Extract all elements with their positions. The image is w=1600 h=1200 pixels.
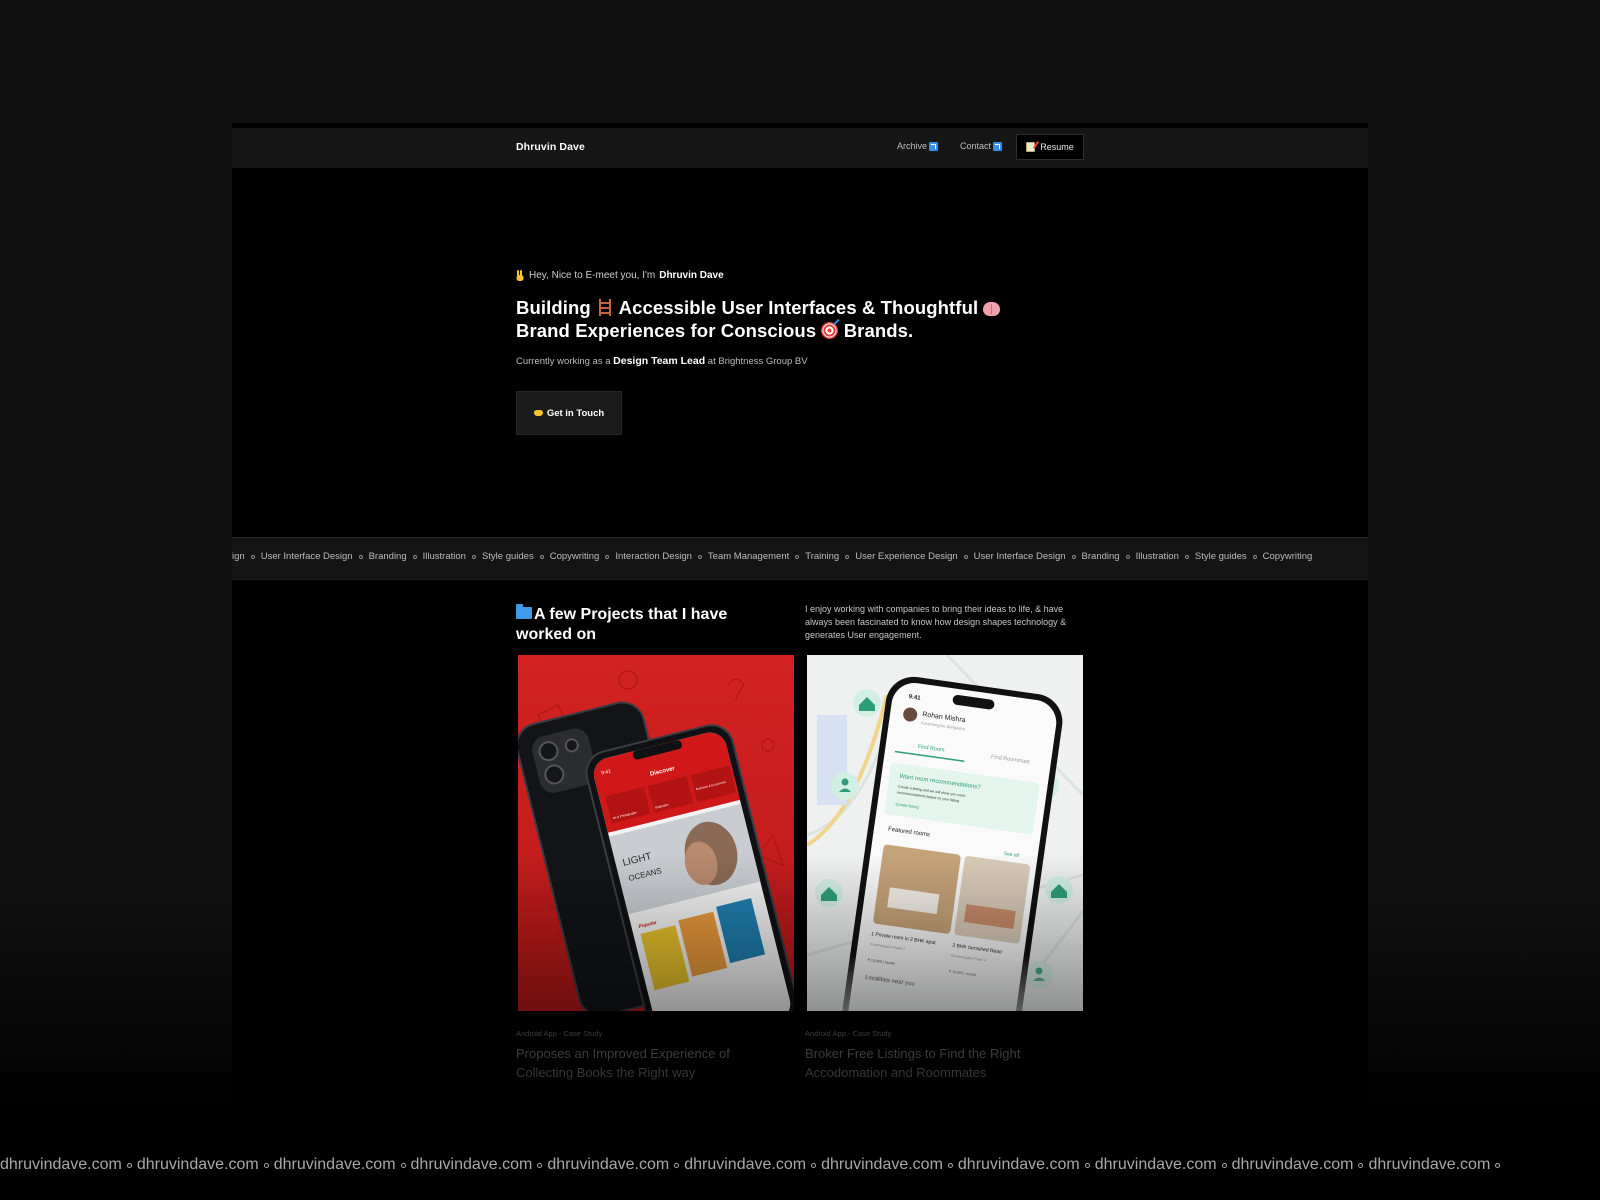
watermark-text: dhruvindave.com (1368, 1156, 1491, 1173)
skills-track: esign User Interface Design Branding Illust… (232, 551, 1312, 562)
external-link-icon (929, 141, 939, 151)
bottom-fade (232, 853, 1368, 1113)
ticker-separator (1184, 554, 1189, 559)
ticker-separator (1071, 554, 1076, 559)
hero-title-part: Brands. (843, 320, 914, 341)
brand-logo[interactable]: Dhruvin Dave (516, 141, 585, 153)
ticker-separator (358, 554, 363, 559)
watermark-text: dhruvindave.com (684, 1156, 807, 1173)
projects-heading: A few Projects that I have worked on (516, 604, 786, 645)
watermark-separator (947, 1162, 953, 1168)
target-icon (821, 322, 839, 339)
skill-item: Branding (1081, 551, 1120, 562)
external-link-icon (993, 141, 1003, 151)
skill-item: Branding (368, 551, 407, 562)
nav-link-label: Archive (897, 141, 928, 151)
top-nav: Dhruvin Dave Archive Contact Resume (232, 128, 1368, 168)
watermark-separator (674, 1162, 680, 1168)
watermark-text: dhruvindave.com (0, 1156, 122, 1173)
watermark-separator (1358, 1162, 1364, 1168)
greeting-name: Dhruvin Dave (659, 270, 724, 281)
books-app-mockup: 9:41 Discover Art & Photography Biograph… (518, 655, 794, 1011)
ticker-separator (250, 554, 255, 559)
watermark-text: dhruvindave.com (1094, 1156, 1217, 1173)
role-prefix: Currently working as a (516, 356, 611, 367)
nav-link-label: Contact (960, 141, 992, 151)
browser-frame: Dhruvin Dave Archive Contact Resume Hey,… (232, 123, 1368, 1113)
watermark-separator (400, 1162, 406, 1168)
skill-item: Team Management (707, 551, 790, 562)
hero-title-part: Accessible User Interfaces & Thoughtful (618, 297, 979, 318)
ticker-separator (1125, 554, 1130, 559)
skill-item: Copywriting (1262, 551, 1313, 562)
watermark-text: dhruvindave.com (136, 1156, 259, 1173)
ticker-separator (605, 554, 610, 559)
projects-description: I enjoy working with companies to bring … (805, 604, 1067, 640)
role-title: Design Team Lead (613, 355, 706, 367)
watermark-text: dhruvindave.com (821, 1156, 943, 1173)
skill-item: User Experience Design (855, 551, 958, 562)
watermark-marquee: dhruvindave.com dhruvindave.com dhruvindav… (0, 1156, 1600, 1174)
ticker-separator (1252, 554, 1257, 559)
watermark-separator (263, 1162, 269, 1168)
project-title[interactable]: Proposes an Improved Experience of Colle… (516, 1044, 786, 1082)
watermark-separator (1495, 1162, 1501, 1168)
victory-hand-icon (516, 270, 524, 281)
watermark-separator (1221, 1162, 1227, 1168)
greeting: Hey, Nice to E-meet you, I'm Dhruvin Dav… (516, 270, 724, 281)
resume-button[interactable]: Resume (1016, 134, 1084, 160)
rooms-app-mockup: 9:41 Rohan Mishra Koramangala, Bangalore… (807, 655, 1083, 1011)
hero-title-part: Brand Experiences for Conscious (516, 320, 817, 341)
folder-icon (516, 604, 532, 619)
ladder-icon (599, 299, 612, 316)
nav-link-archive[interactable]: Archive (897, 141, 939, 151)
skill-item: esign (232, 551, 245, 562)
brain-icon (983, 302, 1001, 316)
skill-item: Interaction Design (615, 551, 692, 562)
ticker-separator (697, 554, 702, 559)
skill-item: User Interface Design (260, 551, 353, 562)
handshake-icon (533, 410, 543, 416)
cta-label: Get in Touch (546, 407, 605, 419)
project-title[interactable]: Broker Free Listings to Find the Right A… (805, 1044, 1075, 1082)
skill-item: User Interface Design (973, 551, 1066, 562)
skill-item: Training (805, 551, 840, 562)
watermark-separator (1084, 1162, 1090, 1168)
ticker-separator (539, 554, 544, 559)
watermark-separator (811, 1162, 817, 1168)
current-role: Currently working as a Design Team Lead … (516, 355, 808, 367)
hero-title: Building Accessible User Interfaces & Th… (516, 296, 1096, 342)
projects-heading-text: A few Projects that I have worked on (516, 606, 728, 643)
project-meta: Android App - Case Study (516, 1029, 603, 1038)
watermark-text: dhruvindave.com (1231, 1156, 1354, 1173)
watermark-text: dhruvindave.com (957, 1156, 1080, 1173)
watermark-text: dhruvindave.com (410, 1156, 533, 1173)
hero-title-part: Building (516, 297, 591, 318)
skill-item: Copywriting (549, 551, 600, 562)
ticker-separator (795, 554, 800, 559)
watermark-text: dhruvindave.com (547, 1156, 670, 1173)
get-in-touch-button[interactable]: Get in Touch (516, 391, 622, 435)
ticker-separator (963, 554, 968, 559)
resume-label: Resume (1040, 142, 1074, 152)
project-meta: Android App - Case Study (805, 1029, 892, 1038)
watermark-separator (126, 1162, 132, 1168)
skill-item: Illustration (422, 551, 466, 562)
nav-link-contact[interactable]: Contact (960, 141, 1003, 151)
memo-icon (1026, 142, 1036, 152)
role-company: at Brightness Group BV (707, 356, 808, 367)
greeting-text: Hey, Nice to E-meet you, I'm (529, 270, 656, 281)
project-card-books[interactable]: 9:41 Discover Art & Photography Biograph… (518, 655, 794, 1011)
skill-item: Style guides (481, 551, 534, 562)
watermark-separator (537, 1162, 543, 1168)
ticker-separator (471, 554, 476, 559)
skill-item: Illustration (1135, 551, 1179, 562)
skill-item: Style guides (1194, 551, 1247, 562)
skills-ticker: esign User Interface Design Branding Illust… (232, 537, 1368, 580)
ticker-separator (845, 554, 850, 559)
ticker-separator (412, 554, 417, 559)
watermark-text: dhruvindave.com (273, 1156, 396, 1173)
project-card-rooms[interactable]: 9:41 Rohan Mishra Koramangala, Bangalore… (807, 655, 1083, 1011)
